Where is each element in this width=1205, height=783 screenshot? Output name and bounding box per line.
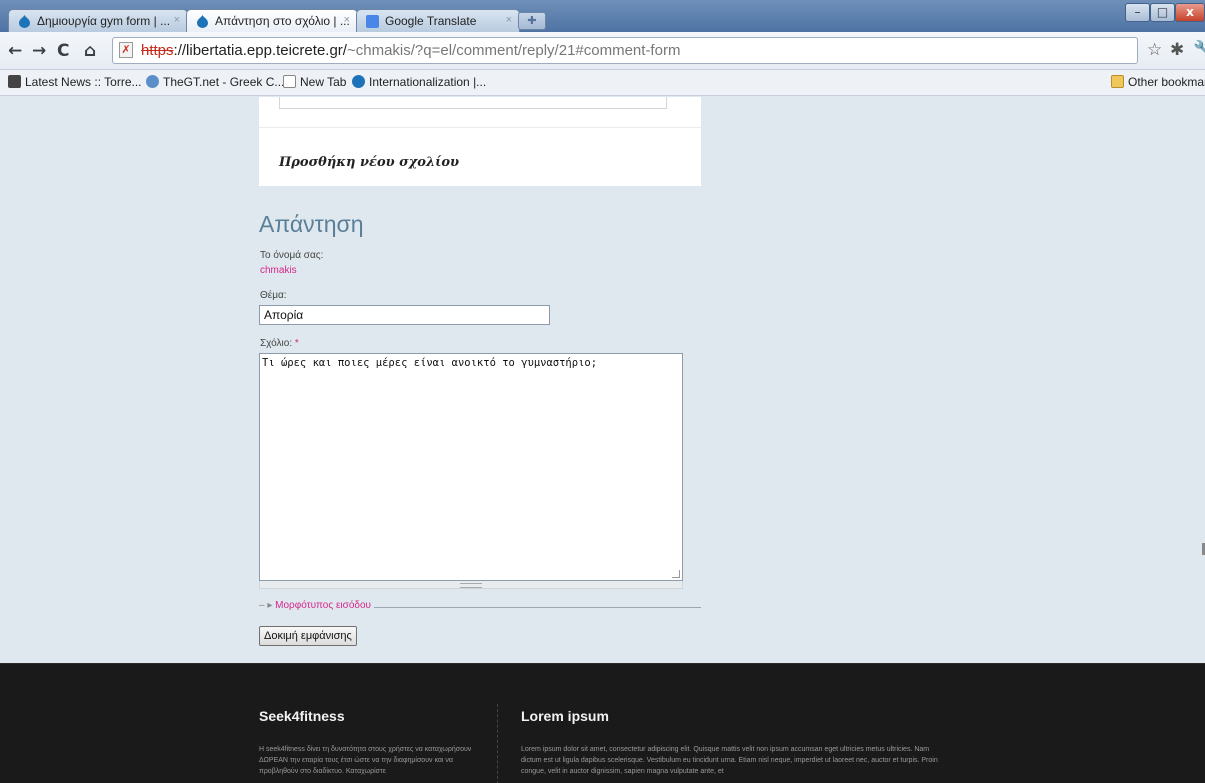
- comment-label-text: Σχόλιο:: [260, 338, 293, 349]
- wrench-icon[interactable]: 🔧: [1193, 40, 1205, 60]
- footer-left-text: Η seek4fitness δίνει τη δυνατότητα στους…: [259, 746, 472, 775]
- footer-right-title: Lorem ipsum: [521, 708, 609, 724]
- resize-handle[interactable]: [672, 570, 680, 578]
- reload-icon[interactable]: C: [57, 41, 69, 61]
- tab-title: Google Translate: [385, 14, 477, 28]
- footer-separator: [497, 704, 498, 783]
- address-bar[interactable]: ✗ https://libertatia.epp.teicrete.gr/~ch…: [112, 37, 1138, 64]
- maximize-button[interactable]: □: [1150, 3, 1175, 22]
- back-arrow-icon[interactable]: ←: [8, 41, 22, 61]
- tab-title: Δημιουργία gym form | ...: [37, 14, 171, 28]
- comment-text: Τι ώρες και ποιες μέρες είναι ανοικτό το…: [262, 357, 598, 369]
- page-icon: [283, 75, 296, 88]
- comment-label: Σχόλιο: *: [260, 338, 299, 349]
- bookmark-internationalization[interactable]: Internationalization |...: [352, 75, 486, 89]
- previous-field-bottom: [279, 97, 667, 109]
- page-title: Απάντηση: [259, 211, 364, 237]
- input-format-label: Μορφότυπος εισόδου: [275, 600, 371, 611]
- tab-google-translate[interactable]: Google Translate ×: [356, 9, 520, 32]
- tab-title: Απάντηση στο σχόλιο | ...: [215, 14, 350, 28]
- window-close-button[interactable]: x: [1175, 3, 1205, 22]
- close-icon[interactable]: ×: [344, 14, 350, 26]
- bookmark-latest-news[interactable]: Latest News :: Torre...: [8, 75, 142, 89]
- bookmark-favicon-icon: [8, 75, 21, 88]
- subject-label: Θέμα:: [260, 290, 287, 301]
- tab-strip: Δημιουργία gym form | ... × Απάντηση στο…: [0, 0, 1205, 32]
- close-icon[interactable]: ×: [174, 14, 180, 26]
- bookmark-thegt[interactable]: TheGT.net - Greek C...: [146, 75, 284, 89]
- google-translate-favicon-icon: [366, 15, 379, 28]
- preview-button[interactable]: Δοκιμή εμφάνισης: [259, 626, 357, 646]
- star-icon[interactable]: ☆: [1147, 40, 1162, 60]
- minimize-button[interactable]: –: [1125, 3, 1150, 22]
- username-link[interactable]: chmakis: [260, 265, 297, 276]
- browser-toolbar: ← → C ⌂ ✗ https://libertatia.epp.teicret…: [0, 32, 1205, 70]
- dash-icon: – ▸: [259, 600, 276, 611]
- url-text[interactable]: https://libertatia.epp.teicrete.gr/~chma…: [141, 42, 680, 59]
- input-format-toggle[interactable]: – ▸ Μορφότυπος εισόδου: [259, 600, 374, 611]
- drupal-favicon-icon: [352, 75, 365, 88]
- bookmark-new-tab[interactable]: New Tab: [283, 75, 346, 89]
- page-content: Προσθήκη νέου σχολίου Απάντηση Το όνομά …: [0, 97, 1205, 783]
- required-mark: *: [294, 338, 299, 349]
- new-tab-button[interactable]: ✚: [518, 12, 546, 30]
- drupal-favicon-icon: [19, 15, 30, 28]
- footer-right-text: Lorem ipsum dolor sit amet, consectetur …: [521, 746, 938, 775]
- footer: Seek4fitness Η seek4fitness δίνει τη δυν…: [0, 663, 1205, 783]
- extension-icon[interactable]: ✱: [1170, 40, 1184, 60]
- forward-arrow-icon[interactable]: →: [32, 41, 46, 61]
- tab-reply-comment[interactable]: Απάντηση στο σχόλιο | ... ×: [186, 9, 358, 32]
- folder-icon: [1111, 75, 1124, 88]
- broken-lock-icon[interactable]: ✗: [119, 42, 133, 58]
- tab-gym-form[interactable]: Δημιουργία gym form | ... ×: [8, 9, 188, 32]
- comment-box: Προσθήκη νέου σχολίου: [259, 97, 701, 186]
- drupal-favicon-icon: [197, 15, 208, 28]
- divider: [259, 127, 701, 128]
- comment-textarea[interactable]: Τι ώρες και ποιες μέρες είναι ανοικτό το…: [259, 353, 683, 581]
- bookmarks-bar: Latest News :: Torre... TheGT.net - Gree…: [0, 70, 1205, 96]
- globe-icon: [146, 75, 159, 88]
- subject-input[interactable]: Απορία: [259, 305, 550, 325]
- home-icon[interactable]: ⌂: [84, 41, 96, 61]
- name-label: Το όνομά σας:: [260, 250, 324, 261]
- add-new-comment-link[interactable]: Προσθήκη νέου σχολίου: [279, 155, 459, 170]
- close-icon[interactable]: ×: [506, 14, 512, 26]
- footer-left-title: Seek4fitness: [259, 708, 345, 724]
- textarea-grippie[interactable]: [259, 581, 683, 589]
- bookmark-other[interactable]: Other bookmark: [1111, 75, 1205, 89]
